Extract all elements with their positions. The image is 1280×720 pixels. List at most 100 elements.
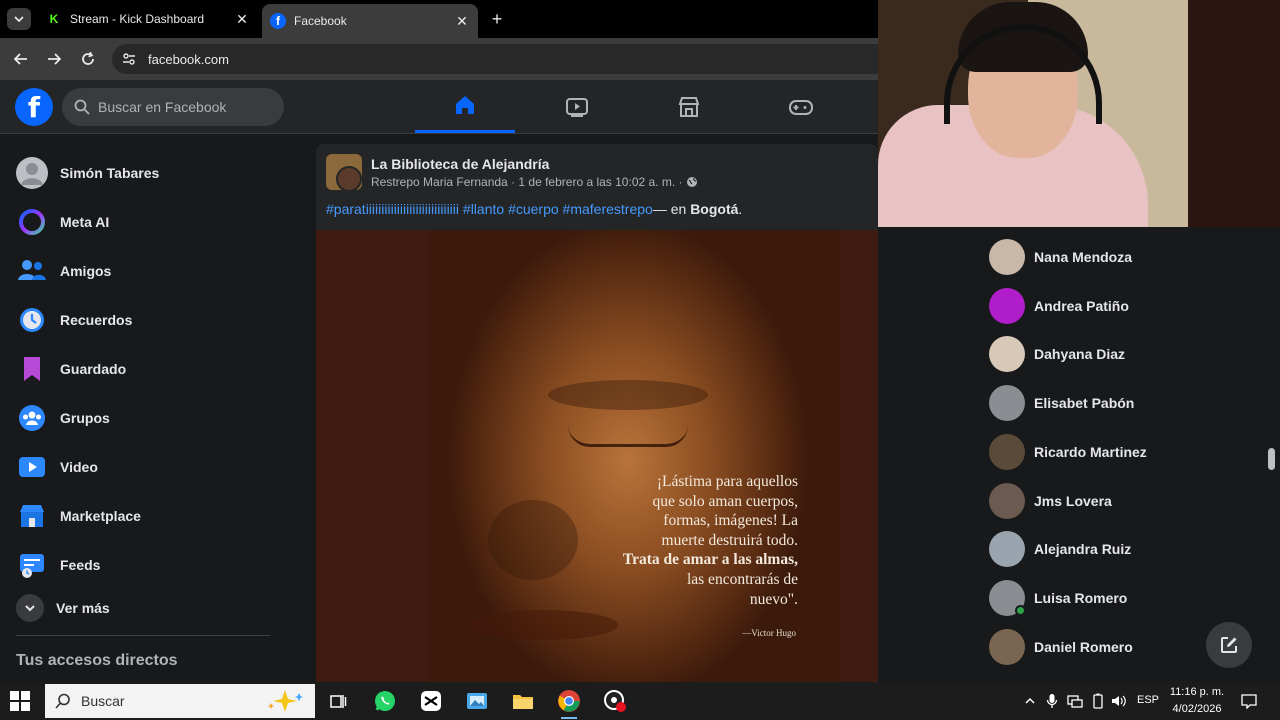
forward-button[interactable] bbox=[42, 47, 66, 71]
facebook-search[interactable]: Buscar en Facebook bbox=[62, 88, 284, 126]
close-icon[interactable]: ✕ bbox=[234, 11, 250, 27]
facebook-logo[interactable]: f bbox=[15, 88, 53, 126]
contact-name: Luisa Romero bbox=[1034, 589, 1128, 606]
contact-item[interactable]: Jms Lovera bbox=[989, 477, 1269, 525]
quote-line: nuevo". bbox=[749, 590, 798, 608]
sidebar-item-meta-ai[interactable]: Meta AI bbox=[8, 200, 288, 244]
tab-title: Stream - Kick Dashboard bbox=[70, 12, 205, 26]
input-language[interactable]: ESP bbox=[1136, 694, 1160, 706]
task-view-button[interactable] bbox=[322, 685, 354, 717]
post-meta: Restrepo Maria Fernanda · 1 de febrero a… bbox=[371, 175, 698, 189]
sidebar-item-friends[interactable]: Amigos bbox=[8, 249, 288, 293]
sidebar-item-feeds[interactable]: Feeds bbox=[8, 543, 288, 587]
obs-recording-icon bbox=[604, 690, 626, 712]
search-icon bbox=[55, 693, 70, 709]
hashtag[interactable]: #cuerpo bbox=[508, 201, 559, 217]
address-bar[interactable]: facebook.com bbox=[112, 44, 878, 74]
feeds-icon bbox=[16, 549, 48, 581]
site-settings-icon[interactable] bbox=[122, 52, 136, 66]
contact-item[interactable]: Andrea Patiño bbox=[989, 282, 1269, 330]
browser-tab-facebook[interactable]: f Facebook ✕ bbox=[262, 4, 478, 38]
arrow-right-icon bbox=[48, 53, 61, 65]
contact-item[interactable]: Luisa Romero bbox=[989, 574, 1269, 622]
post-author[interactable]: Restrepo Maria Fernanda bbox=[371, 175, 508, 189]
new-tab-button[interactable]: + bbox=[486, 8, 508, 30]
facebook-icon: f bbox=[270, 13, 286, 29]
clock-date[interactable]: 4/02/2026 bbox=[1164, 703, 1230, 715]
sidebar-item-label: Ver más bbox=[56, 600, 110, 616]
sidebar-item-groups[interactable]: Grupos bbox=[8, 396, 288, 440]
sidebar-item-label: Amigos bbox=[60, 263, 112, 279]
taskbar-app-photos[interactable] bbox=[461, 685, 493, 717]
clock-time[interactable]: 11:16 p. m. bbox=[1164, 686, 1230, 698]
user-icon bbox=[21, 163, 43, 185]
arrow-left-icon bbox=[14, 53, 27, 65]
author-avatar bbox=[336, 166, 362, 190]
taskbar-app-file-explorer[interactable] bbox=[507, 685, 539, 717]
hashtag[interactable]: #llanto bbox=[463, 201, 504, 217]
back-button[interactable] bbox=[9, 47, 33, 71]
sidebar-item-video[interactable]: Video bbox=[8, 445, 288, 489]
post-page-name[interactable]: La Biblioteca de Alejandría bbox=[371, 156, 549, 172]
tab-search-button[interactable] bbox=[7, 8, 31, 30]
painting-lips bbox=[468, 610, 618, 640]
post-date[interactable]: 1 de febrero a las 10:02 a. m. bbox=[518, 175, 675, 189]
location-suffix: . bbox=[738, 201, 743, 217]
meta-separator: · bbox=[675, 175, 686, 189]
sidebar-item-see-more[interactable]: Ver más bbox=[8, 586, 288, 630]
notification-icon[interactable] bbox=[1241, 693, 1257, 709]
webcam-door bbox=[1188, 0, 1280, 227]
feed-post: La Biblioteca de Alejandría Restrepo Mar… bbox=[316, 144, 878, 682]
meta-separator: · bbox=[507, 175, 519, 189]
contact-name: Dahyana Diaz bbox=[1034, 346, 1126, 363]
sidebar-item-label: Feeds bbox=[60, 557, 101, 573]
hashtag[interactable]: #maferestrepo bbox=[563, 201, 653, 217]
nav-tab-video[interactable] bbox=[527, 80, 627, 133]
taskbar-search[interactable]: Buscar bbox=[45, 684, 315, 718]
quote-line: que solo aman cuerpos, bbox=[652, 492, 799, 510]
sidebar-item-label: Meta AI bbox=[60, 214, 110, 230]
nav-tab-home[interactable] bbox=[415, 80, 515, 133]
webcam-overlay bbox=[878, 0, 1280, 227]
chevron-down-icon bbox=[16, 594, 44, 622]
painting-eyelid bbox=[568, 425, 688, 447]
nav-tab-gaming[interactable] bbox=[751, 80, 851, 133]
sidebar-item-memories[interactable]: Recuerdos bbox=[8, 298, 288, 342]
close-icon[interactable]: ✕ bbox=[454, 13, 470, 29]
scrollbar-thumb[interactable] bbox=[1268, 448, 1275, 470]
hashtag[interactable]: #paratiiiiiiiiiiiiiiiiiiiiiiiiiiiiii bbox=[326, 201, 459, 217]
reload-button[interactable] bbox=[76, 47, 100, 71]
sidebar-item-marketplace[interactable]: Marketplace bbox=[8, 494, 288, 538]
windows-start-icon[interactable] bbox=[10, 691, 30, 711]
video-icon bbox=[566, 97, 588, 117]
post-image[interactable]: ¡Lástima para aquellos que solo aman cue… bbox=[316, 230, 878, 682]
taskbar-app-whatsapp[interactable] bbox=[369, 685, 401, 717]
taskbar-app-capcut[interactable] bbox=[415, 685, 447, 717]
contact-item[interactable]: Nana Mendoza bbox=[989, 233, 1269, 281]
avatar bbox=[989, 579, 1026, 616]
quote-bold-line: Trata de amar a las almas, bbox=[622, 551, 798, 569]
microphone-icon[interactable] bbox=[1044, 693, 1060, 709]
facebook-header: f Buscar en Facebook bbox=[0, 80, 878, 134]
painting-face-image: ¡Lástima para aquellos que solo aman cue… bbox=[428, 230, 840, 682]
battery-icon[interactable] bbox=[1090, 693, 1106, 709]
task-view-icon bbox=[330, 695, 347, 708]
compose-icon bbox=[1221, 637, 1237, 653]
taskbar-app-chrome[interactable] bbox=[553, 685, 585, 719]
network-icon[interactable] bbox=[1067, 693, 1083, 709]
volume-icon[interactable] bbox=[1111, 693, 1127, 709]
post-location[interactable]: Bogotá bbox=[690, 201, 738, 217]
reload-icon bbox=[82, 52, 94, 65]
browser-tab-kick[interactable]: K Stream - Kick Dashboard ✕ bbox=[38, 4, 258, 34]
chevron-up-icon[interactable] bbox=[1022, 693, 1038, 709]
sidebar-item-saved[interactable]: Guardado bbox=[8, 347, 288, 391]
contact-item[interactable]: Elisabet Pabón bbox=[989, 379, 1269, 427]
contact-item[interactable]: Dahyana Diaz bbox=[989, 330, 1269, 378]
sidebar-item-profile[interactable]: Simón Tabares bbox=[8, 151, 288, 195]
contact-item[interactable]: Alejandra Ruiz bbox=[989, 525, 1269, 573]
contact-item[interactable]: Ricardo Martinez bbox=[989, 428, 1269, 476]
new-message-button[interactable] bbox=[1206, 622, 1252, 668]
page-avatar[interactable] bbox=[326, 154, 362, 190]
nav-tab-marketplace[interactable] bbox=[639, 80, 739, 133]
taskbar-app-obs[interactable] bbox=[599, 685, 631, 717]
